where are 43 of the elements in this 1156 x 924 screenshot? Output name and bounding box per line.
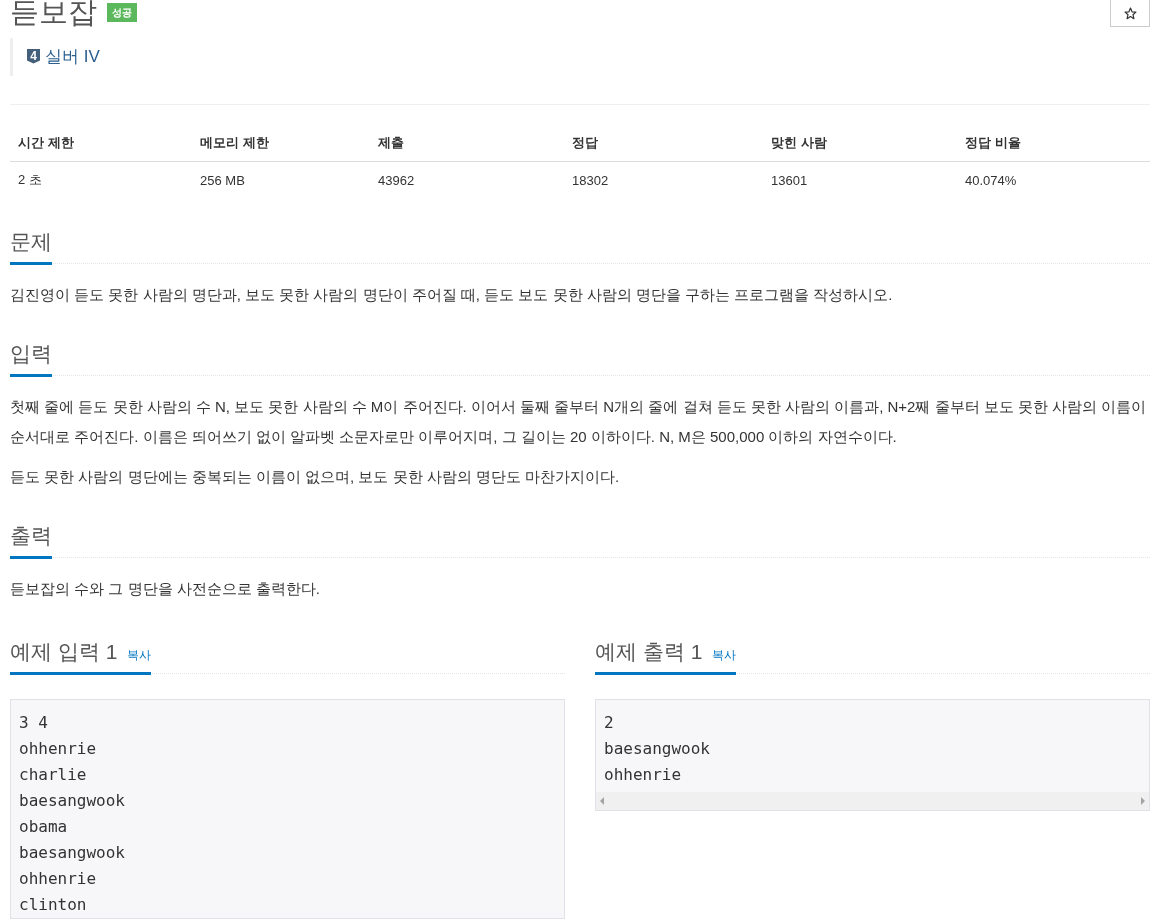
table-cell: 18302 <box>564 161 763 198</box>
code-line: 2 <box>604 712 615 734</box>
column-header: 정답 <box>564 125 763 162</box>
code-line: 3 4 <box>19 712 49 734</box>
code-line: ohhenrie <box>19 868 98 890</box>
paragraph: 김진영이 듣도 못한 사람의 명단과, 보도 못한 사람의 명단이 주어질 때, 듣도 보도 못한 사람의 명단을 구하는 프로그램을 작성하시오. <box>10 285 894 305</box>
code-line: ohhenrie <box>19 738 98 760</box>
favorite-button[interactable] <box>1110 0 1150 27</box>
scroll-right-icon[interactable] <box>1141 797 1145 805</box>
tier-badge: 4 <box>27 48 40 64</box>
section-heading: 출력 <box>10 523 52 549</box>
code-line: baesangwook <box>19 842 126 864</box>
section-heading: 문제 <box>10 229 52 255</box>
scroll-left-icon[interactable] <box>600 797 604 805</box>
code-line: baesangwook <box>604 738 711 760</box>
problem-title: 듣보잡 <box>10 0 97 30</box>
code-line: clinton <box>19 894 88 916</box>
table-cell: 13601 <box>763 161 957 198</box>
section-heading: 입력 <box>10 341 52 367</box>
column-header: 맞힌 사람 <box>763 125 957 162</box>
paragraph: 듣도 못한 사람의 명단에는 중복되는 이름이 없으며, 보도 못한 사람의 명단도 마찬가지이다. <box>10 467 621 487</box>
section-heading: 예제 출력 1 <box>595 639 703 665</box>
scrollbar[interactable] <box>596 792 1149 810</box>
copy-link[interactable]: 복사 <box>712 647 737 664</box>
section-heading: 예제 입력 1 <box>10 639 118 665</box>
star-icon <box>1123 6 1137 20</box>
column-header: 제출 <box>370 125 564 162</box>
table-cell: 256 MB <box>192 161 370 198</box>
code-line: ohhenrie <box>604 764 683 786</box>
column-header: 메모리 제한 <box>192 125 370 162</box>
code-line: charlie <box>19 764 88 786</box>
paragraph: 듣보잡의 수와 그 명단을 사전순으로 출력한다. <box>10 579 321 599</box>
tier-link[interactable]: 실버 IV <box>45 44 100 68</box>
table-cell: 43962 <box>370 161 564 198</box>
column-header: 시간 제한 <box>10 125 192 162</box>
paragraph: 첫째 줄에 듣도 못한 사람의 수 N, 보도 못한 사람의 수 M이 주어진다. 이어서 둘째 줄부터 N개의 줄에 걸쳐 듣도 못한 사람의 이름과, N+2째 줄부터 보도 못한 사람의 이름이 순서대로 주어진다. 이름은 띄어쓰기 없이 알파벳 소문자로만 이루어지며, 그 길이는 20 이하이다. N, M은 500,000 이하의 자연수이다. <box>10 397 1148 447</box>
table-cell: 40.074% <box>957 161 1150 198</box>
copy-link[interactable]: 복사 <box>127 647 152 664</box>
table-cell: 2 초 <box>10 161 192 198</box>
result-badge: 성공 <box>107 2 137 22</box>
code-line: obama <box>19 816 69 838</box>
column-header: 정답 비율 <box>957 125 1150 162</box>
code-line: baesangwook <box>19 790 126 812</box>
